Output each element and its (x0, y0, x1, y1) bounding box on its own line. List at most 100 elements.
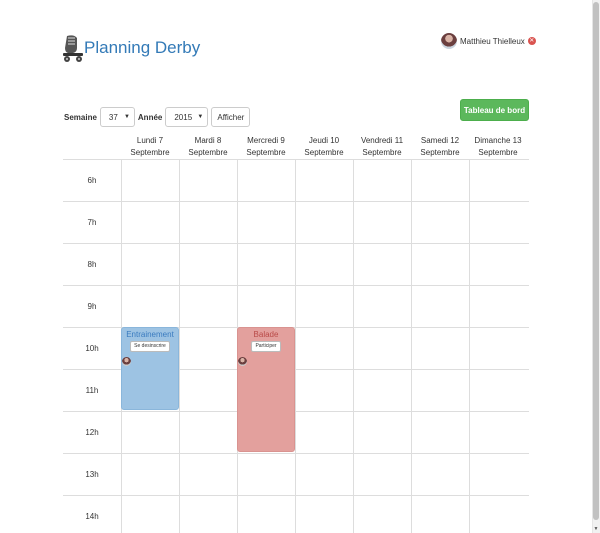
time-slot[interactable] (121, 496, 179, 533)
header-corner (63, 131, 121, 159)
caret-down-icon: ▼ (123, 114, 130, 120)
time-slot[interactable] (121, 244, 179, 285)
caret-down-icon: ▼ (197, 114, 204, 120)
time-slot[interactable] (121, 202, 179, 243)
time-slot[interactable] (295, 454, 353, 495)
time-slot[interactable] (411, 412, 469, 453)
brand-title[interactable]: Planning Derby (84, 38, 200, 58)
time-slot[interactable] (469, 496, 527, 533)
time-slot[interactable] (353, 454, 411, 495)
year-select[interactable]: 2015 ▼ (165, 107, 209, 127)
skate-icon[interactable] (62, 34, 84, 64)
participant-avatar (122, 357, 131, 366)
calendar-grid: 14h 13h 12h 11h 10h 9h 8h 7h 6h Entrainement Se … (63, 160, 529, 533)
time-slot[interactable] (179, 286, 237, 327)
month-name: Septembre (420, 148, 460, 157)
time-slot[interactable] (353, 370, 411, 411)
time-slot[interactable] (237, 454, 295, 495)
time-slot[interactable] (179, 454, 237, 495)
event-balade[interactable]: Balade Participer (237, 327, 295, 452)
time-slot[interactable] (469, 412, 527, 453)
time-slot[interactable] (353, 328, 411, 369)
time-slot[interactable] (121, 454, 179, 495)
time-slot[interactable] (411, 286, 469, 327)
time-slot[interactable] (411, 370, 469, 411)
time-slot[interactable] (411, 328, 469, 369)
day-name: Lundi 7 (136, 136, 164, 145)
hour-row: 14h (63, 496, 529, 533)
time-slot[interactable] (121, 160, 179, 201)
week-filter: Semaine 37 ▼ Année 2015 ▼ Afficher (64, 107, 251, 127)
page-scrollbar[interactable]: ▼ (592, 0, 600, 533)
day-header: Jeudi 10 Septembre (295, 131, 353, 159)
time-slot[interactable] (179, 244, 237, 285)
hour-label: 12h (85, 428, 99, 437)
time-slot[interactable] (237, 496, 295, 533)
time-slot[interactable] (295, 370, 353, 411)
calendar-header: Lundi 7 Septembre Mardi 8 Septembre Mercre… (63, 131, 529, 160)
unsubscribe-button[interactable]: Se desinscrire (130, 341, 170, 352)
event-title[interactable]: Entrainement (122, 330, 178, 339)
time-slot[interactable] (469, 328, 527, 369)
time-slot[interactable] (179, 202, 237, 243)
logout-icon[interactable]: ✕ (527, 37, 536, 45)
time-slot[interactable] (411, 202, 469, 243)
time-slot[interactable] (295, 496, 353, 533)
hour-label: 7h (87, 218, 97, 227)
time-slot[interactable] (237, 160, 295, 201)
time-slot[interactable] (179, 328, 237, 369)
time-slot[interactable] (237, 286, 295, 327)
time-slot[interactable] (295, 202, 353, 243)
hour-label: 11h (85, 386, 99, 395)
time-slot[interactable] (353, 202, 411, 243)
time-slot[interactable] (353, 496, 411, 533)
time-slot[interactable] (469, 454, 527, 495)
time-slot[interactable] (469, 244, 527, 285)
dashboard-button[interactable]: Tableau de bord (460, 99, 529, 121)
user-name[interactable]: Matthieu Thielleux (460, 37, 525, 46)
time-slot[interactable] (179, 370, 237, 411)
day-header: Lundi 7 Septembre (121, 131, 179, 159)
time-slot[interactable] (469, 202, 527, 243)
time-slot[interactable] (121, 286, 179, 327)
time-slot[interactable] (353, 244, 411, 285)
month-name: Septembre (246, 148, 286, 157)
week-select[interactable]: 37 ▼ (99, 107, 135, 127)
participate-button[interactable]: Participer (251, 341, 281, 352)
time-slot[interactable] (353, 286, 411, 327)
scrollbar-thumb[interactable] (593, 2, 599, 520)
time-slot[interactable] (179, 160, 237, 201)
time-slot[interactable] (295, 328, 353, 369)
hour-row: 8h (63, 244, 529, 286)
hour-row: 7h (63, 202, 529, 244)
user-menu[interactable]: Matthieu Thielleux ✕ (441, 33, 536, 49)
time-slot[interactable] (411, 160, 469, 201)
hour-label: 8h (87, 260, 97, 269)
time-slot[interactable] (411, 496, 469, 533)
time-slot[interactable] (121, 412, 179, 453)
day-header: Mardi 8 Septembre (179, 131, 237, 159)
time-slot[interactable] (237, 202, 295, 243)
time-slot[interactable] (411, 454, 469, 495)
time-slot[interactable] (469, 370, 527, 411)
event-title[interactable]: Balade (238, 330, 294, 339)
time-slot[interactable] (469, 286, 527, 327)
event-entrainement[interactable]: Entrainement Se desinscrire (121, 327, 179, 410)
time-slot[interactable] (179, 496, 237, 533)
time-slot[interactable] (237, 244, 295, 285)
afficher-button[interactable]: Afficher (211, 107, 251, 127)
scroll-down-icon[interactable]: ▼ (593, 526, 599, 532)
time-slot[interactable] (411, 244, 469, 285)
week-label: Semaine (64, 112, 97, 122)
time-slot[interactable] (295, 286, 353, 327)
time-slot[interactable] (295, 412, 353, 453)
time-slot[interactable] (179, 412, 237, 453)
time-slot[interactable] (353, 160, 411, 201)
day-header: Samedi 12 Septembre (411, 131, 469, 159)
day-name: Mercredi 9 (247, 136, 285, 145)
participant-avatar (238, 357, 247, 366)
time-slot[interactable] (469, 160, 527, 201)
time-slot[interactable] (353, 412, 411, 453)
time-slot[interactable] (295, 160, 353, 201)
time-slot[interactable] (295, 244, 353, 285)
